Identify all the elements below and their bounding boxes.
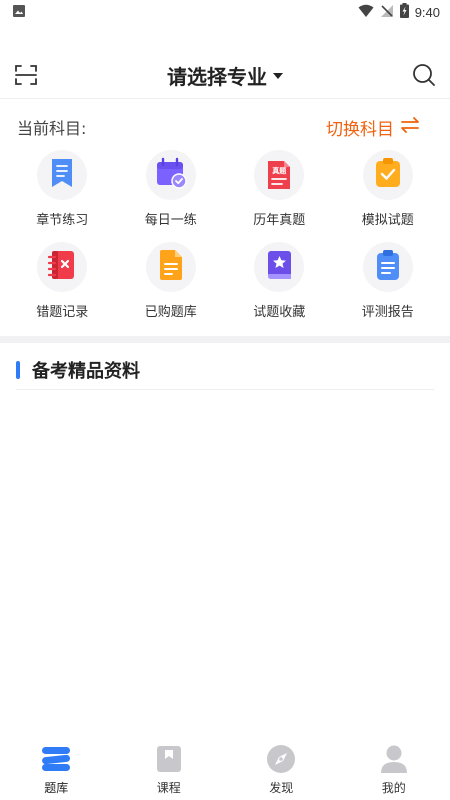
grid-label: 已购题库 [144, 305, 197, 320]
grid-label: 历年真题 [253, 213, 306, 228]
report-icon [375, 249, 401, 285]
course-icon [154, 744, 184, 774]
battery-charging-icon [399, 2, 409, 22]
switch-subject-label: 切换科目 [326, 119, 394, 140]
tab-label: 我的 [381, 781, 406, 795]
header-divider [0, 98, 450, 99]
tab-profile[interactable]: 我的 [338, 736, 450, 800]
top-header: 请选择专业 [0, 52, 450, 98]
tab-label: 题库 [44, 781, 69, 795]
exam-badge-text: 真题 [272, 167, 287, 175]
section-divider [0, 336, 450, 343]
grid-item-wrong-records[interactable]: 错题记录 [8, 242, 117, 328]
icon-circle: 真题 [254, 150, 305, 200]
grid-label: 章节练习 [36, 213, 89, 228]
icon-circle [362, 150, 413, 200]
grid-item-assessment-report[interactable]: 评测报告 [334, 242, 443, 328]
gallery-icon [12, 3, 26, 22]
scan-icon [14, 65, 38, 91]
exam-paper-icon: 真题 [266, 159, 292, 191]
calendar-check-icon [155, 157, 187, 193]
tab-label: 课程 [156, 781, 181, 795]
search-button[interactable] [412, 63, 436, 87]
tab-discover[interactable]: 发现 [225, 736, 338, 800]
tab-courses[interactable]: 课程 [113, 736, 226, 800]
document-icon [158, 249, 184, 285]
icon-circle [362, 242, 413, 292]
grid-item-mock-exams[interactable]: 模拟试题 [334, 150, 443, 236]
icon-circle [145, 150, 196, 200]
grid-item-favorites[interactable]: 试题收藏 [225, 242, 334, 328]
section-title: 备考精品资料 [32, 360, 140, 382]
feature-grid: 章节练习 每日一练 真题 历年真题 模拟试题 错题记录 已购题库 试题收藏 评测… [8, 150, 442, 328]
signal-off-icon [380, 3, 394, 22]
major-selector[interactable]: 请选择专业 [167, 61, 283, 90]
current-subject-label: 当前科目: [17, 119, 87, 138]
subject-row: 当前科目: 切换科目 [0, 112, 450, 142]
grid-label: 模拟试题 [361, 213, 414, 228]
compass-icon [266, 744, 296, 774]
status-bar: 9:40 [0, 0, 450, 24]
profile-icon [379, 744, 409, 774]
grid-item-chapter-practice[interactable]: 章节练习 [8, 150, 117, 236]
icon-circle [254, 242, 305, 292]
section-accent-bar [16, 360, 20, 379]
grid-label: 评测报告 [361, 305, 414, 320]
status-time: 9:40 [414, 4, 440, 20]
scan-button[interactable] [14, 63, 38, 87]
section-header: 备考精品资料 [16, 354, 434, 390]
bottom-tab-bar: 题库 课程 发现 我的 [0, 736, 450, 800]
grid-item-past-exams[interactable]: 真题 历年真题 [225, 150, 334, 236]
tab-label: 发现 [269, 781, 294, 795]
page-title: 请选择专业 [167, 64, 267, 89]
grid-label: 每日一练 [144, 213, 197, 228]
swap-arrows-icon [400, 116, 420, 139]
grid-label: 错题记录 [36, 305, 89, 320]
grid-label: 试题收藏 [253, 305, 306, 320]
caret-down-icon [273, 73, 283, 79]
wifi-icon [358, 3, 374, 22]
notebook-x-icon [48, 249, 76, 285]
search-icon [412, 64, 436, 91]
grid-item-purchased-banks[interactable]: 已购题库 [117, 242, 226, 328]
icon-circle [145, 242, 196, 292]
tab-question-bank[interactable]: 题库 [0, 736, 113, 800]
grid-item-daily-practice[interactable]: 每日一练 [117, 150, 226, 236]
star-book-icon [265, 249, 293, 285]
question-bank-icon [41, 744, 71, 774]
clipboard-check-icon [374, 157, 402, 193]
icon-circle [37, 242, 88, 292]
switch-subject-button[interactable]: 切换科目 [326, 115, 420, 140]
bookmark-icon [49, 157, 75, 193]
icon-circle [37, 150, 88, 200]
